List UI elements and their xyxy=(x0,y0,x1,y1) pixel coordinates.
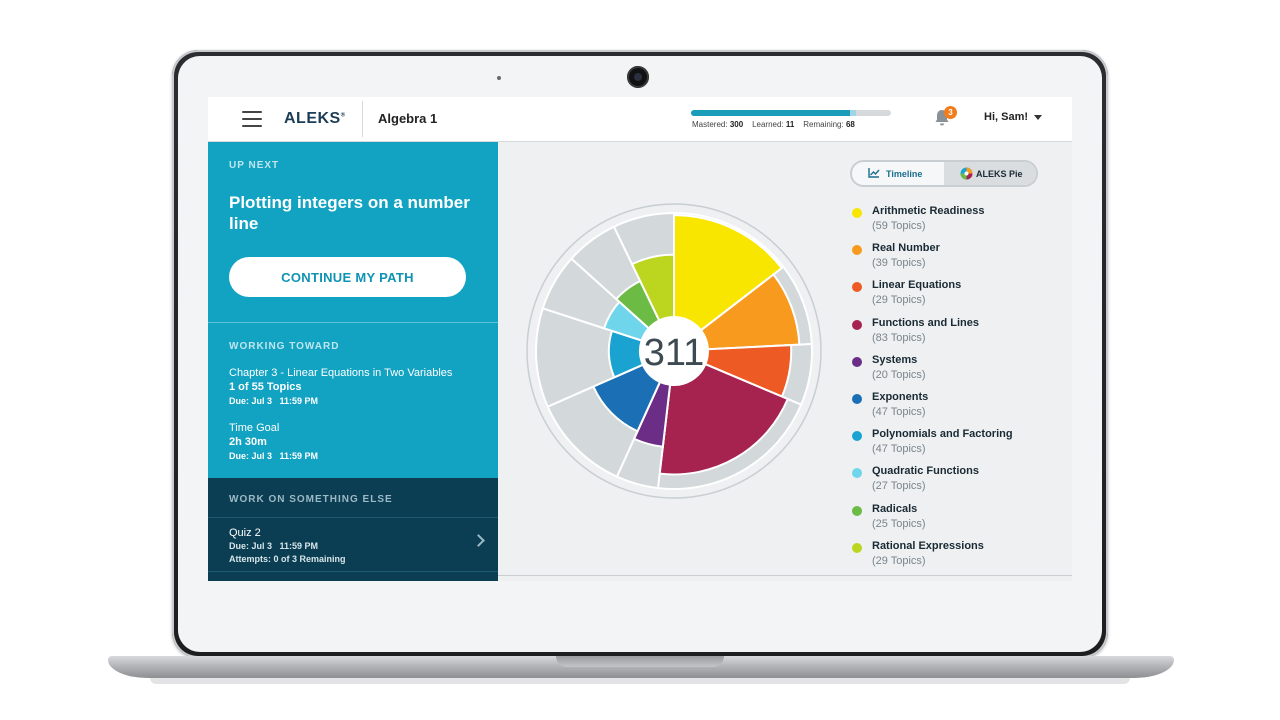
logo-mark: ® xyxy=(340,112,346,119)
legend-count: (47 Topics) xyxy=(872,443,926,456)
work-else-label: WORK ON SOMETHING ELSE xyxy=(229,494,393,505)
time-goal-label: Time Goal xyxy=(229,422,280,434)
chapter-due: Due: Jul 3 11:59 PM xyxy=(229,396,319,406)
time-goal[interactable]: Time Goal 2h 30m Due: Jul 3 11:59 PM xyxy=(229,421,318,463)
continue-my-path-button[interactable]: CONTINUE MY PATH xyxy=(229,257,466,297)
camera-sensor xyxy=(497,76,501,80)
progress-learned xyxy=(849,110,856,116)
tab-timeline[interactable]: Timeline xyxy=(852,162,944,185)
learned-count: 11 xyxy=(785,120,795,129)
legend-item[interactable]: Systems (20 Topics) xyxy=(852,353,1067,387)
legend-count: (59 Topics) xyxy=(872,220,926,232)
legend-dot xyxy=(852,208,862,218)
divider xyxy=(208,571,498,572)
legend-name: Exponents xyxy=(872,391,929,403)
legend-name: Real Number xyxy=(872,242,940,255)
course-title: Algebra 1 xyxy=(378,111,438,126)
work-else-section: WORK ON SOMETHING ELSE Quiz 2 Due: Jul 3… xyxy=(208,478,498,581)
top-bar: ALEKS® Algebra 1 Mastered: 300 Learned: … xyxy=(208,97,1072,142)
legend-dot xyxy=(852,319,862,330)
chevron-down-icon xyxy=(1034,114,1043,120)
legend-count: (39 Topics) xyxy=(872,257,926,270)
view-toggle: Timeline ALEKS Pie xyxy=(850,160,1038,187)
legend-count: (83 Topics) xyxy=(872,331,926,344)
aleks-logo[interactable]: ALEKS® xyxy=(284,110,346,128)
working-toward-label: WORKING TOWARD xyxy=(229,341,340,352)
mastered-count: 300 xyxy=(729,120,744,129)
timeline-icon xyxy=(868,168,880,178)
legend-count: (29 Topics) xyxy=(872,554,926,567)
time-goal-due: Due: Jul 3 11:59 PM xyxy=(229,451,319,461)
legend-count: (25 Topics) xyxy=(872,517,926,530)
chapter-title: Chapter 3 - Linear Equations in Two Vari… xyxy=(229,367,453,379)
chevron-right-icon xyxy=(472,534,485,547)
tab-aleks-pie-label: ALEKS Pie xyxy=(976,169,1023,179)
mastered-label: Mastered: xyxy=(692,120,728,129)
quiz-due: Due: Jul 3 11:59 PM xyxy=(229,541,319,551)
divider xyxy=(498,575,1072,576)
legend-item[interactable]: Real Number (39 Topics) xyxy=(852,241,1067,275)
quiz-item[interactable]: Quiz 2 Due: Jul 3 11:59 PM Attempts: 0 o… xyxy=(208,518,498,570)
progress-text: Mastered: 300 Learned: 11 Remaining: 68 xyxy=(692,120,855,129)
legend-count: (20 Topics) xyxy=(872,368,926,381)
legend-name: Linear Equations xyxy=(872,279,962,292)
up-next-label: UP NEXT xyxy=(229,160,280,171)
legend-dot xyxy=(852,542,862,553)
legend-item[interactable]: Radicals (25 Topics) xyxy=(852,502,1067,536)
legend-item[interactable]: Polynomials and Factoring (47 Topics) xyxy=(852,427,1067,461)
legend-name: Functions and Lines xyxy=(872,316,979,329)
legend-name: Arithmetic Readiness xyxy=(872,205,985,217)
progress-mastered xyxy=(691,110,850,116)
laptop-foot xyxy=(150,678,1130,684)
tab-aleks-pie[interactable]: ALEKS Pie xyxy=(944,162,1036,185)
up-next-title: Plotting integers on a number line xyxy=(229,193,470,233)
divider xyxy=(362,101,363,137)
left-panel: UP NEXT Plotting integers on a number li… xyxy=(208,142,498,581)
logo-text: ALEKS xyxy=(284,110,341,127)
legend-item[interactable]: Functions and Lines (83 Topics) xyxy=(852,316,1067,350)
menu-icon[interactable] xyxy=(242,111,262,127)
legend-item[interactable]: Quadratic Functions (27 Topics) xyxy=(852,464,1067,498)
legend-name: Rational Expressions xyxy=(872,539,984,552)
legend-name: Polynomials and Factoring xyxy=(872,428,1013,441)
legend-dot xyxy=(852,245,862,256)
legend-count: (29 Topics) xyxy=(872,294,926,307)
laptop-notch xyxy=(556,656,724,667)
user-menu[interactable]: Hi, Sam! xyxy=(984,111,1043,123)
legend-name: Radicals xyxy=(872,502,918,515)
remaining-label: Remaining: xyxy=(803,120,844,129)
aleks-pie-chart[interactable]: 311 xyxy=(520,197,828,505)
pie-icon xyxy=(960,167,973,180)
pie-center-value: 311 xyxy=(644,332,705,374)
tab-timeline-label: Timeline xyxy=(886,169,923,179)
legend-dot xyxy=(852,356,862,367)
legend-name: Systems xyxy=(872,353,918,366)
user-greeting: Hi, Sam! xyxy=(984,111,1029,123)
legend-item[interactable]: Rational Expressions (29 Topics) xyxy=(852,539,1067,573)
quiz-title: Quiz 2 xyxy=(229,527,261,539)
legend-item[interactable]: Exponents (47 Topics) xyxy=(852,390,1067,424)
legend-dot xyxy=(852,282,862,293)
progress-bar xyxy=(691,110,891,116)
notification-badge: 3 xyxy=(944,106,957,119)
remaining-count: 68 xyxy=(845,120,855,129)
legend-count: (47 Topics) xyxy=(872,406,926,418)
app-screen: ALEKS® Algebra 1 Mastered: 300 Learned: … xyxy=(208,97,1072,581)
quiz-attempts: Attempts: 0 of 3 Remaining xyxy=(229,554,346,564)
chapter-goal[interactable]: Chapter 3 - Linear Equations in Two Vari… xyxy=(229,366,452,408)
legend-item[interactable]: Linear Equations (29 Topics) xyxy=(852,278,1067,312)
legend-dot xyxy=(852,431,862,442)
chapter-progress: 1 of 55 Topics xyxy=(229,381,302,393)
learned-label: Learned: xyxy=(752,120,784,129)
legend-name: Quadratic Functions xyxy=(872,465,979,478)
legend-item[interactable]: Arithmetic Readiness (59 Topics) xyxy=(852,204,1067,238)
time-goal-value: 2h 30m xyxy=(229,436,267,448)
legend-dot xyxy=(852,468,862,479)
legend-dot xyxy=(852,394,862,404)
legend-dot xyxy=(852,505,862,516)
legend-count: (27 Topics) xyxy=(872,480,926,493)
webcam xyxy=(627,66,649,88)
divider xyxy=(208,322,498,323)
